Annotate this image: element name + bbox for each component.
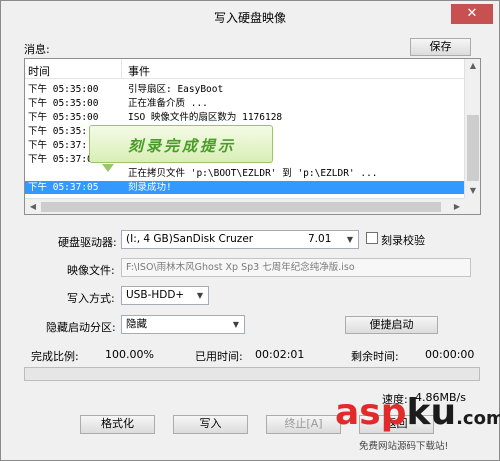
log-row[interactable]: 正在拷贝文件 'p:\BOOT\EZLDR' 到 'p:\EZLDR' ... bbox=[25, 167, 465, 180]
image-file-label: 映像文件: bbox=[67, 264, 115, 277]
log-time: 下午 05:35:00 bbox=[28, 84, 99, 95]
format-button[interactable]: 格式化 bbox=[80, 415, 155, 434]
callout-text: 刻录完成提示 bbox=[127, 137, 236, 155]
progress-bar bbox=[24, 367, 480, 381]
log-time: 下午 05:35:00 bbox=[28, 112, 99, 123]
log-event: 引导扇区: EasyBoot bbox=[128, 84, 224, 95]
quick-boot-button[interactable]: 便捷启动 bbox=[345, 316, 438, 334]
log-event: ISO 映像文件的扇区数为 1176128 bbox=[128, 112, 283, 123]
drive-version: 7.01 bbox=[308, 233, 332, 245]
verify-label: 刻录校验 bbox=[381, 234, 425, 247]
vertical-scroll-thumb[interactable] bbox=[467, 115, 479, 181]
log-row-selected[interactable]: 下午 05:37:05 刻录成功! bbox=[25, 181, 465, 194]
log-event: 刻录成功! bbox=[128, 182, 172, 193]
image-file-input[interactable]: F:\ISO\雨林木风Ghost Xp Sp3 七周年纪念纯净版.iso bbox=[121, 258, 471, 277]
aspku-watermark: aspku.com 免费网站源码下载站! bbox=[329, 392, 500, 460]
horizontal-scrollbar[interactable]: ◀ ▶ bbox=[25, 198, 465, 214]
title-bar: 写入硬盘映像 ✕ bbox=[1, 1, 499, 31]
log-event: 正在拷贝文件 'p:\BOOT\EZLDR' 到 'p:\EZLDR' ... bbox=[128, 168, 378, 179]
log-time: 下午 05:35: bbox=[28, 126, 88, 137]
drive-value: (I:, 4 GB)SanDisk Cruzer bbox=[126, 233, 254, 245]
elapsed-value: 00:02:01 bbox=[255, 348, 305, 361]
burn-complete-callout: 刻录完成提示 bbox=[89, 125, 273, 172]
log-row[interactable]: 下午 05:35:00 ISO 映像文件的扇区数为 1176128 bbox=[25, 111, 465, 124]
callout-pointer bbox=[102, 164, 114, 172]
percent-label: 完成比例: bbox=[31, 350, 79, 363]
hidden-partition-label: 隐藏启动分区: bbox=[46, 321, 116, 334]
write-method-select[interactable]: USB-HDD+ ▼ bbox=[121, 286, 209, 305]
save-button[interactable]: 保存 bbox=[410, 38, 471, 56]
log-time: 下午 05:37:05 bbox=[28, 182, 99, 193]
horizontal-scroll-thumb[interactable] bbox=[41, 202, 441, 212]
write-method-label: 写入方式: bbox=[67, 292, 115, 305]
verify-checkbox[interactable] bbox=[366, 232, 378, 244]
watermark-subtitle: 免费网站源码下载站! bbox=[359, 441, 449, 452]
log-row[interactable]: 下午 05:35:00 正在准备介质 ... bbox=[25, 97, 465, 110]
column-event[interactable]: 事件 bbox=[128, 63, 150, 79]
arrow-left-icon[interactable]: ◀ bbox=[25, 202, 41, 211]
progress-fill bbox=[25, 368, 479, 380]
close-button[interactable]: ✕ bbox=[451, 4, 493, 24]
arrow-right-icon[interactable]: ▶ bbox=[449, 202, 465, 211]
log-row[interactable]: 下午 05:35:00 引导扇区: EasyBoot bbox=[25, 83, 465, 96]
remaining-value: 00:00:00 bbox=[425, 348, 475, 361]
log-time: 下午 05:37:04 bbox=[28, 154, 99, 165]
log-header: 时间 事件 bbox=[25, 59, 465, 79]
column-separator bbox=[121, 59, 122, 79]
window-title: 写入硬盘映像 bbox=[213, 11, 286, 25]
remaining-label: 剩余时间: bbox=[351, 350, 399, 363]
vertical-scrollbar[interactable]: ▲ ▼ bbox=[464, 59, 480, 199]
log-time: 下午 05:37: bbox=[28, 140, 88, 151]
chevron-down-icon[interactable]: ▼ bbox=[342, 231, 358, 248]
write-button[interactable]: 写入 bbox=[173, 415, 248, 434]
percent-value: 100.00% bbox=[105, 348, 154, 361]
watermark-logo: aspku.com bbox=[335, 392, 500, 433]
column-time[interactable]: 时间 bbox=[28, 63, 50, 79]
arrow-down-icon[interactable]: ▼ bbox=[465, 186, 480, 195]
drive-label: 硬盘驱动器: bbox=[58, 236, 117, 249]
hidden-partition-value: 隐藏 bbox=[126, 318, 147, 330]
write-disk-image-dialog: 写入硬盘映像 ✕ 消息: 保存 时间 事件 下午 05:35:00 引导扇区: … bbox=[0, 0, 500, 461]
elapsed-label: 已用时间: bbox=[195, 350, 243, 363]
close-icon: ✕ bbox=[466, 6, 478, 21]
messages-label: 消息: bbox=[24, 43, 50, 56]
log-time: 下午 05:35:00 bbox=[28, 98, 99, 109]
chevron-down-icon[interactable]: ▼ bbox=[228, 316, 244, 333]
drive-select[interactable]: (I:, 4 GB)SanDisk Cruzer 7.01 ▼ bbox=[121, 230, 359, 249]
arrow-up-icon[interactable]: ▲ bbox=[465, 61, 480, 70]
write-method-value: USB-HDD+ bbox=[126, 289, 185, 301]
log-event: 正在准备介质 ... bbox=[128, 98, 208, 109]
scroll-corner bbox=[464, 198, 480, 214]
hidden-partition-select[interactable]: 隐藏 ▼ bbox=[121, 315, 245, 334]
chevron-down-icon[interactable]: ▼ bbox=[192, 287, 208, 304]
